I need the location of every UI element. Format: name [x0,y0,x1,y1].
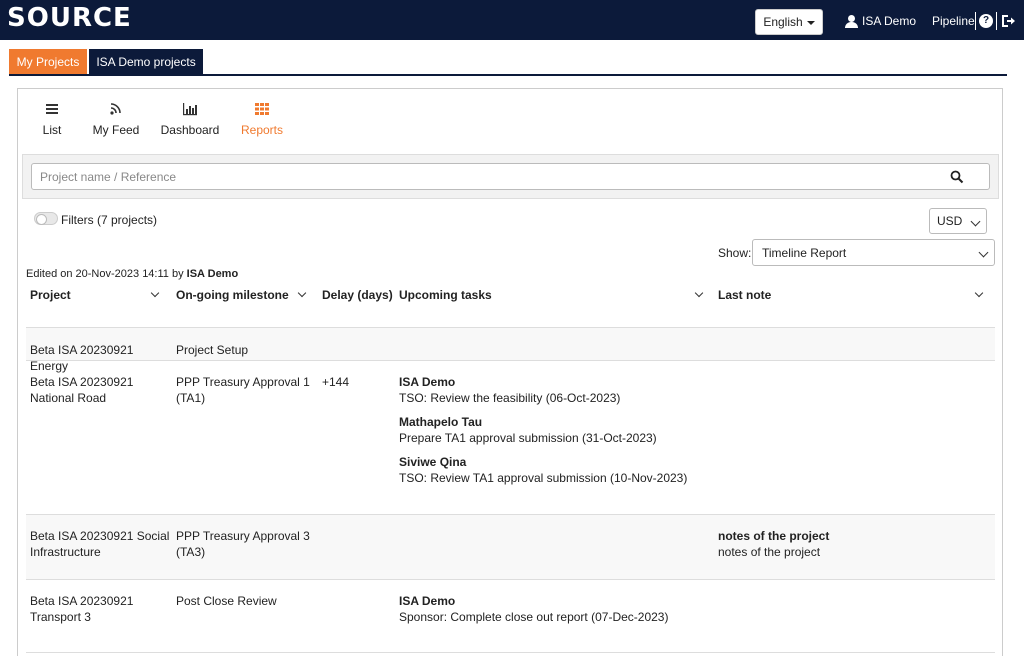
milestone: Project Setup [176,343,249,357]
view-my-feed-button[interactable]: My Feed [81,101,151,137]
view-reports-label: Reports [240,123,284,137]
user-name: ISA Demo [862,14,917,28]
caret-down-icon [806,20,815,25]
note-body: notes of the project [718,545,821,559]
pipeline-link[interactable]: Pipeline [932,14,975,28]
view-dashboard-label: Dashboard [160,123,220,137]
delay-value: +144 [322,375,350,389]
row-divider [26,579,995,580]
tab-isa-demo-projects[interactable]: ISA Demo projects [89,49,203,74]
grid-icon [255,103,269,115]
source-logo[interactable]: SOURCE [7,5,132,31]
task-assignee: ISA Demo [399,594,456,608]
top-navbar: SOURCE English ISA Demo Pipeline ? [0,0,1024,40]
list-icon [46,104,58,114]
currency-select[interactable]: USD [929,208,987,234]
user-menu[interactable]: ISA Demo [845,14,916,28]
edited-info: Edited on 20-Nov-2023 14:11 by ISA Demo [26,268,238,280]
language-dropdown[interactable]: English [755,9,823,35]
column-header-project[interactable]: Project [30,288,71,302]
view-my-feed-label: My Feed [92,123,140,137]
task-assignee: ISA Demo [399,375,456,389]
milestone: PPP Treasury Approval 3 (TA3) [176,529,310,559]
column-header-milestone[interactable]: On-going milestone [176,288,289,302]
task-description: Sponsor: Complete close out report (07-D… [399,610,669,624]
nav-divider [975,12,976,30]
row-background [26,328,995,360]
tab-underline [9,74,1007,76]
view-list-label: List [42,123,62,137]
note-title: notes of the project [718,529,830,543]
project-name[interactable]: Beta ISA 20230921 Transport 3 [30,593,165,625]
search-input[interactable] [31,163,990,190]
user-icon [845,14,858,28]
report-type-value: Timeline Report [762,245,847,260]
task-description: Prepare TA1 approval submission (31-Oct-… [399,431,657,445]
report-type-select[interactable]: Timeline Report [752,239,995,266]
row-background [26,515,995,579]
view-reports-button[interactable]: Reports [227,101,297,137]
column-header-last-note[interactable]: Last note [718,288,771,302]
project-name[interactable]: Beta ISA 20230921 Energy [30,342,170,374]
bar-chart-icon [183,103,197,116]
filters-toggle[interactable] [34,212,58,225]
task-assignee: Mathapelo Tau [399,415,483,429]
milestone: PPP Treasury Approval 1 (TA1) [176,375,310,405]
language-label: English [763,15,803,29]
view-list-button[interactable]: List [17,101,87,137]
project-name[interactable]: Beta ISA 20230921 Social Infrastructure [30,528,170,560]
column-header-tasks[interactable]: Upcoming tasks [399,288,492,302]
search-icon[interactable] [950,170,964,184]
chevron-down-icon [970,216,981,227]
task-description: TSO: Review the feasibility (06-Oct-2023… [399,391,621,405]
task-assignee: Siviwe Qina [399,455,467,469]
nav-divider [996,12,997,30]
logout-icon[interactable] [1000,13,1016,29]
edited-prefix: Edited on 20-Nov-2023 14:11 by [26,268,184,280]
currency-value: USD [937,214,963,228]
help-icon[interactable]: ? [979,14,993,28]
row-divider [26,360,995,361]
chevron-down-icon [978,247,989,258]
row-divider [26,652,995,653]
column-header-delay: Delay (days) [322,288,393,302]
view-dashboard-button[interactable]: Dashboard [155,101,225,137]
edited-user: ISA Demo [186,268,239,280]
tab-my-projects[interactable]: My Projects [9,49,87,74]
project-name[interactable]: Beta ISA 20230921 National Road [30,374,165,406]
show-label: Show: [718,246,752,260]
task-description: TSO: Review TA1 approval submission (10-… [399,471,688,485]
filters-label[interactable]: Filters (7 projects) [61,213,157,227]
milestone: Post Close Review [176,594,277,608]
rss-icon [110,103,121,115]
